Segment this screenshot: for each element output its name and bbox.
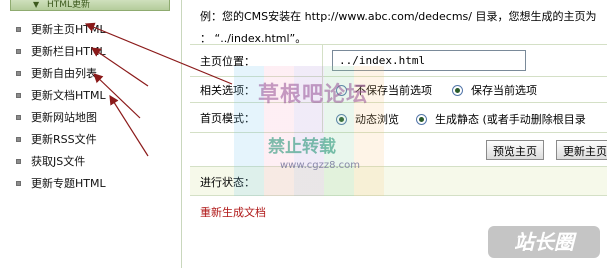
watermark-url: www.cgzz8.com (280, 160, 361, 171)
sidebar-header-label: HTML更新 (47, 0, 91, 10)
radio-generate-static[interactable]: 生成静态 (或者手动删除根目录 (416, 111, 586, 127)
watermark-subtitle: 禁止转载 (268, 137, 336, 157)
menu-item-label: 更新主页HTML (31, 23, 106, 36)
menu-item-label: 更新网站地图 (31, 111, 97, 124)
example-line-1: 例：您的CMS安装在 http://www.abc.com/dedecms/ 目… (200, 10, 597, 23)
sidebar-header[interactable]: ▼ HTML更新 (10, 0, 170, 11)
menu-item-get-js[interactable]: 获取JS文件 (16, 153, 85, 169)
menu-item-update-columns[interactable]: 更新栏目HTML (16, 43, 106, 59)
bullet-icon (16, 180, 21, 186)
menu-item-update-rss[interactable]: 更新RSS文件 (16, 131, 97, 147)
bullet-icon (16, 48, 21, 54)
watermark-corner-badge: 站长圈 (488, 226, 600, 258)
bullet-icon (16, 114, 21, 120)
bullet-icon (16, 158, 21, 164)
bullet-icon (16, 26, 21, 32)
menu-item-label: 获取JS文件 (31, 155, 86, 168)
radio-label: 生成静态 (或者手动删除根目录 (435, 113, 586, 126)
menu-item-update-documents[interactable]: 更新文档HTML (16, 87, 106, 103)
expand-arrow-icon: ▼ (33, 0, 40, 9)
radio-on-icon (416, 113, 427, 125)
radio-save-options[interactable]: 保存当前选项 (452, 82, 537, 98)
bullet-icon (16, 70, 21, 76)
preview-home-button[interactable]: 预览主页 (486, 140, 544, 160)
update-home-button[interactable]: 更新主页 (556, 140, 607, 160)
radio-on-icon (452, 84, 463, 96)
menu-item-update-sitemap[interactable]: 更新网站地图 (16, 109, 97, 125)
radio-label: 保存当前选项 (471, 84, 537, 97)
menu-item-label: 更新RSS文件 (31, 133, 97, 146)
menu-item-label: 更新文档HTML (31, 89, 106, 102)
regenerate-docs-link[interactable]: 重新生成文档 (200, 204, 266, 220)
menu-item-label: 更新专题HTML (31, 177, 106, 190)
menu-item-label: 更新自由列表 (31, 67, 97, 80)
menu-item-label: 更新栏目HTML (31, 45, 106, 58)
menu-item-update-homepage[interactable]: 更新主页HTML (16, 21, 106, 37)
sidebar: ▼ HTML更新 更新主页HTML 更新栏目HTML 更新自由列表 更新文档HT… (0, 0, 182, 268)
bullet-icon (16, 136, 21, 142)
watermark-title: 草根吧论坛 (258, 82, 368, 106)
menu-item-update-free-list[interactable]: 更新自由列表 (16, 65, 97, 81)
menu-item-update-topics[interactable]: 更新专题HTML (16, 175, 106, 191)
bullet-icon (16, 92, 21, 98)
